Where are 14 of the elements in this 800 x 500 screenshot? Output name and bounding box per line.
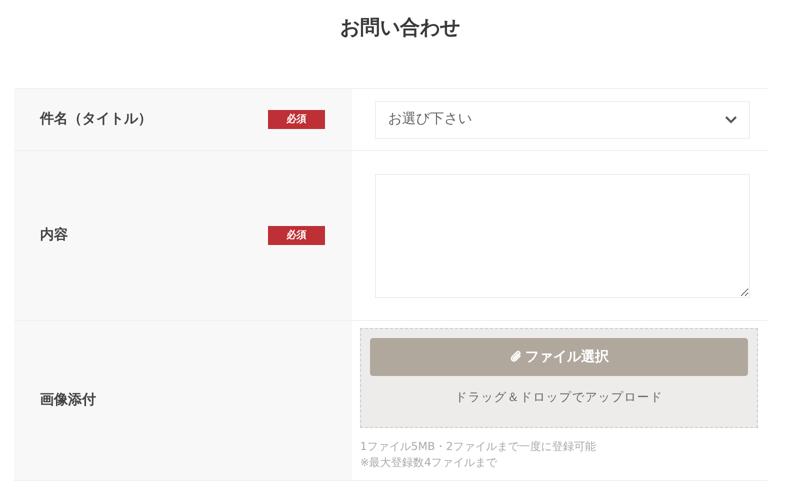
subject-select[interactable]: お選び下さい xyxy=(375,100,750,138)
field-label: 件名（タイトル） xyxy=(40,110,153,129)
chevron-down-icon xyxy=(725,116,737,124)
required-badge: 必須 xyxy=(268,110,325,129)
drop-zone[interactable]: ファイル選択 ドラッグ＆ドロップでアップロード xyxy=(360,328,758,428)
message-field[interactable] xyxy=(375,174,750,298)
paperclip-icon xyxy=(509,350,523,364)
upload-note: 1ファイル5MB・2ファイルまで一度に登録可能 xyxy=(360,439,598,455)
field-label: 内容 xyxy=(40,226,69,245)
upload-note: ※最大登録数4ファイルまで xyxy=(360,455,498,471)
page-title: お問い合わせ xyxy=(339,14,461,41)
drop-hint: ドラッグ＆ドロップでアップロード xyxy=(455,389,663,406)
field-label: 画像添付 xyxy=(40,391,97,410)
required-badge: 必須 xyxy=(268,226,325,245)
